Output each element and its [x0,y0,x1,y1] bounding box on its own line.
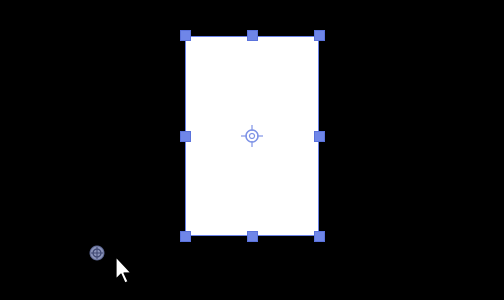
resize-handle-top-center[interactable] [247,30,258,41]
gear-crosshair-icon [89,245,105,261]
resize-handle-bottom-right[interactable] [314,231,325,242]
resize-handle-top-right[interactable] [314,30,325,41]
crosshair-target-icon [241,125,263,147]
drawing-canvas[interactable] [0,0,504,300]
pivot-marker-icon[interactable] [89,245,105,261]
resize-handle-middle-right[interactable] [314,131,325,142]
resize-handle-bottom-left[interactable] [180,231,191,242]
rotation-center-icon[interactable] [240,124,264,148]
arrow-pointer-icon [115,256,132,284]
resize-handle-bottom-center[interactable] [247,231,258,242]
resize-handle-middle-left[interactable] [180,131,191,142]
mouse-cursor-icon [114,256,134,286]
resize-handle-top-left[interactable] [180,30,191,41]
